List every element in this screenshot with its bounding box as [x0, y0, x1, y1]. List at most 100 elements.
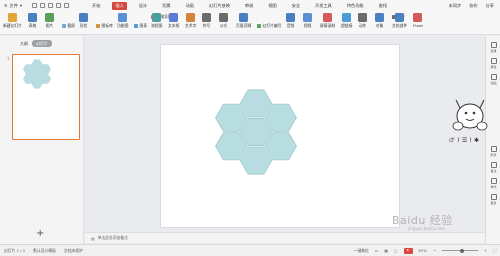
ribbon-icon — [79, 13, 88, 22]
ribbon-button[interactable]: 屏幕录制 — [320, 13, 335, 29]
collaborate-button[interactable]: 协作 — [469, 3, 477, 9]
tab-features[interactable]: 特色功能 — [344, 2, 367, 10]
undo-icon[interactable] — [56, 3, 62, 8]
ribbon-button[interactable]: 文本框 — [168, 13, 179, 29]
menu-bar: ≡ 文件 ▾ 开始 插入 设计 切换 动画 幻灯片放映 审阅 视图 安全 开发工… — [0, 0, 500, 11]
slide-thumbnail[interactable] — [12, 54, 80, 140]
tab-security[interactable]: 安全 — [289, 2, 303, 10]
file-menu[interactable]: ≡ 文件 ▾ — [0, 3, 26, 9]
ribbon-icon — [413, 13, 423, 22]
ribbon-label: 视频 — [303, 23, 312, 28]
rp-select[interactable]: 选择 — [488, 42, 499, 53]
save-icon[interactable] — [32, 3, 38, 8]
ribbon-label: 音频 — [286, 23, 295, 28]
zoom-slider[interactable] — [442, 248, 479, 253]
share-button[interactable]: 分享 — [486, 3, 494, 9]
print-icon[interactable] — [40, 3, 46, 8]
hexagon-shape[interactable] — [39, 74, 51, 84]
ribbon-button[interactable]: 新建幻灯片 — [3, 13, 22, 29]
redo-icon[interactable] — [64, 3, 70, 8]
add-slide-button[interactable]: + — [36, 229, 44, 239]
zoom-thumb[interactable] — [460, 248, 465, 253]
rp-shape[interactable]: 形状 — [488, 146, 499, 157]
hexagon-shape[interactable] — [239, 118, 273, 146]
notes-bar[interactable]: ▤ 单击此处添加备注 — [85, 232, 485, 243]
ribbon-button[interactable]: 艺术字 — [185, 13, 196, 29]
tab-transitions[interactable]: 切换 — [159, 2, 173, 10]
tab-developer[interactable]: 开发工具 — [312, 2, 335, 10]
hexagon-group[interactable] — [161, 45, 399, 227]
ribbon-button[interactable]: 音频 — [286, 13, 295, 29]
tab-home[interactable]: 开始 — [89, 2, 103, 10]
ribbon-button[interactable]: 表格 — [28, 13, 37, 29]
play-icon[interactable] — [403, 247, 413, 254]
ribbon-button[interactable]: 对象 — [375, 13, 384, 29]
ribbon-button[interactable]: 形状 — [79, 13, 88, 29]
ribbon-icon — [358, 13, 367, 22]
beautify-button[interactable]: 一键美化 — [354, 248, 369, 254]
hexagon-shape[interactable] — [23, 74, 35, 84]
hexagon-shape[interactable] — [215, 103, 248, 132]
ribbon-button[interactable]: 视频 — [303, 13, 312, 29]
reading-view-icon[interactable]: ▢ — [394, 248, 398, 253]
rp-style[interactable]: 样式 — [488, 178, 499, 189]
ribbon: 新建幻灯片 表格 图片 截屏 形状 图标库 功能图 图表 思维导图 流程图 文本框 艺术字 符号 公式 页眉… — [0, 11, 500, 35]
hexagon-shape[interactable] — [31, 69, 43, 79]
ribbon-button[interactable]: 符号 — [202, 13, 211, 29]
preview-icon[interactable] — [48, 3, 54, 8]
notes-icon — [490, 162, 497, 168]
rp-properties[interactable]: 属性 — [488, 58, 499, 69]
ribbon-button[interactable]: 页眉页脚 — [236, 13, 251, 29]
hexagon-shape[interactable] — [215, 132, 248, 161]
theme-name[interactable]: 默认设计模板 — [33, 248, 56, 254]
tab-slideshow[interactable]: 幻灯片放映 — [206, 2, 233, 10]
slide[interactable] — [161, 45, 399, 227]
tab-review[interactable]: 审阅 — [242, 2, 256, 10]
rp-more[interactable]: 更多 — [488, 194, 499, 205]
sorter-view-icon[interactable]: ▦ — [384, 248, 388, 253]
hexagon-shape[interactable] — [239, 89, 273, 118]
ribbon-button[interactable]: 图片 — [45, 13, 54, 29]
hexagon-shape[interactable] — [31, 59, 43, 70]
tab-search[interactable]: 查找 — [376, 2, 390, 10]
rp-animation[interactable]: 动画 — [488, 74, 499, 85]
hexagon-shape[interactable] — [31, 78, 43, 89]
normal-view-icon[interactable]: ▭ — [375, 248, 379, 253]
rp-label: 选择 — [490, 49, 497, 53]
hexagon-shape[interactable] — [39, 64, 51, 74]
cartoon-sticker-icon: 🜚 ⌇ ☰ ⌇ ✱ — [449, 99, 488, 144]
ribbon-small-button[interactable]: 图标库 — [96, 23, 113, 29]
protect-status[interactable]: 文档未保护 — [64, 248, 83, 254]
tab-design[interactable]: 设计 — [136, 2, 150, 10]
ribbon-icon — [152, 13, 162, 22]
ribbon-button[interactable]: 超链接 — [341, 13, 352, 29]
hexagon-shape[interactable] — [264, 103, 297, 132]
rp-notes[interactable]: 备注 — [488, 162, 499, 173]
tab-slides[interactable]: 幻灯片 — [32, 40, 52, 47]
ribbon-small-button[interactable]: 幻灯片编号 — [257, 23, 281, 29]
ribbon-button[interactable]: 动作 — [358, 13, 367, 29]
ribbon-label: 图片 — [45, 23, 54, 28]
rp-label: 属性 — [490, 65, 497, 69]
ribbon-button[interactable]: 公式 — [219, 13, 228, 29]
sync-status[interactable]: 未同步 — [449, 3, 462, 9]
tab-insert[interactable]: 插入 — [112, 1, 127, 10]
ribbon-button[interactable]: Flash — [413, 13, 423, 28]
ribbon-small-button[interactable]: 截屏 — [62, 23, 75, 29]
ribbon-button[interactable]: 文档部件 — [392, 13, 407, 29]
zoom-out-icon[interactable]: − — [433, 248, 436, 253]
tab-animations[interactable]: 动画 — [183, 2, 197, 10]
tab-view[interactable]: 视图 — [265, 2, 279, 10]
rp-label: 备注 — [490, 169, 497, 173]
hexagon-shape[interactable] — [264, 132, 297, 161]
watermark-url: jingyan.baidu.com — [408, 226, 445, 231]
hexagon-shape[interactable] — [239, 146, 273, 175]
fit-icon[interactable]: ⛶ — [493, 248, 496, 253]
hexagon-shape[interactable] — [23, 64, 35, 74]
tab-outline[interactable]: 大纲 — [20, 41, 28, 47]
ribbon-small-button[interactable]: 图表 — [134, 23, 147, 29]
rp-label: 形状 — [490, 153, 497, 157]
zoom-in-icon[interactable]: + — [484, 248, 487, 253]
ribbon-button[interactable]: 流程图 — [151, 13, 162, 29]
ribbon-button[interactable]: 功能图 — [117, 13, 128, 29]
